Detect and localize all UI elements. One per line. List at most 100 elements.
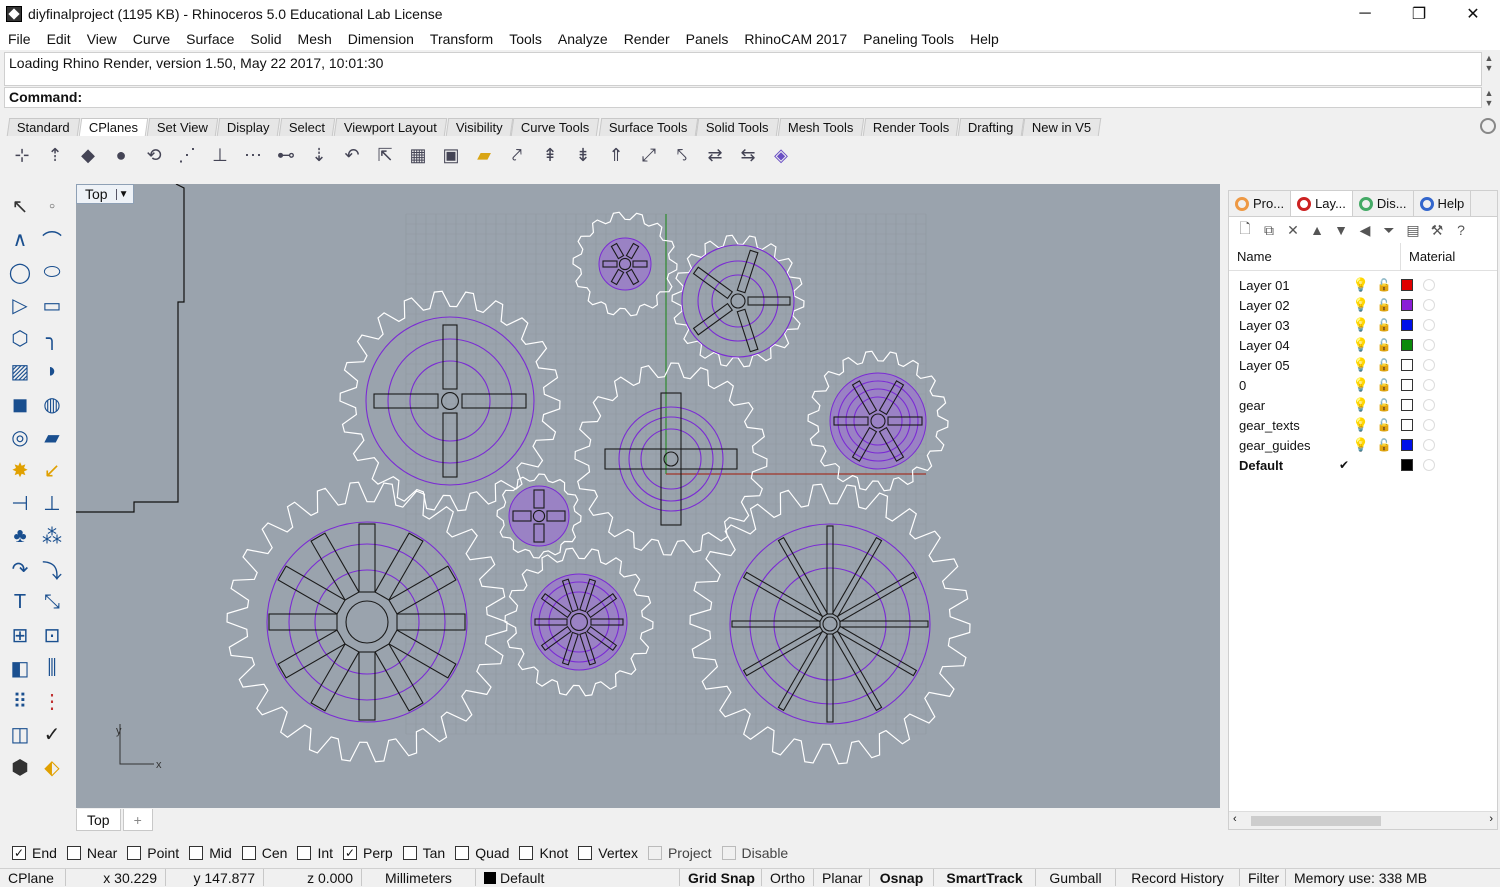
layer-row[interactable]: gear_guides 💡 🔓 bbox=[1229, 435, 1497, 455]
layer-material-icon[interactable] bbox=[1423, 319, 1435, 331]
tab-display[interactable]: Display bbox=[216, 118, 280, 136]
select-arrow-icon[interactable]: ↖ bbox=[4, 192, 36, 222]
osnap-disable[interactable]: Disable bbox=[721, 845, 788, 861]
cplane-named-icon[interactable]: ⇞ bbox=[536, 141, 564, 169]
cplane-open-icon[interactable]: ▰ bbox=[470, 141, 498, 169]
osnap-checkbox[interactable] bbox=[241, 846, 256, 860]
fillet-curve-icon[interactable]: ╮ bbox=[36, 324, 68, 354]
layer-row[interactable]: gear_texts 💡 🔓 bbox=[1229, 415, 1497, 435]
polyline-icon[interactable]: ∧ bbox=[4, 225, 36, 255]
layer-material-icon[interactable] bbox=[1423, 299, 1435, 311]
move-up-icon[interactable]: ▲ bbox=[1305, 222, 1329, 238]
osnap-cen[interactable]: Cen bbox=[241, 845, 287, 861]
lock-icon[interactable]: 🔓 bbox=[1373, 338, 1395, 352]
move-icon[interactable]: ⊣ bbox=[4, 489, 36, 519]
new-layer-icon[interactable]: 🗋 bbox=[1233, 218, 1257, 242]
cplane-right-icon[interactable]: ⇑ bbox=[602, 141, 630, 169]
osnap-checkbox[interactable]: ✓ bbox=[12, 846, 26, 860]
osnap-checkbox[interactable] bbox=[297, 846, 312, 860]
cplane-to-object-icon[interactable]: ◆ bbox=[74, 141, 102, 169]
chevron-down-icon[interactable]: ▼ bbox=[115, 188, 128, 200]
visibility-bulb-icon[interactable]: 💡 bbox=[1349, 317, 1373, 333]
cplane-prev-next-icon[interactable]: ⇆ bbox=[734, 141, 762, 169]
cplane-rotate-icon[interactable]: ⟲ bbox=[140, 141, 168, 169]
visibility-bulb-icon[interactable]: 💡 bbox=[1349, 337, 1373, 353]
planar-toggle[interactable]: Planar bbox=[814, 869, 870, 886]
osnap-checkbox[interactable] bbox=[519, 846, 534, 860]
tab-new-in-v5[interactable]: New in V5 bbox=[1022, 118, 1102, 136]
menu-view[interactable]: View bbox=[87, 31, 117, 47]
move-out-icon[interactable]: ◀ bbox=[1353, 222, 1377, 239]
osnap-checkbox[interactable] bbox=[127, 846, 142, 860]
layer-material-icon[interactable] bbox=[1423, 379, 1435, 391]
command-spinner[interactable]: ▲ ▼ bbox=[1482, 88, 1496, 108]
layer-material-icon[interactable] bbox=[1423, 399, 1435, 411]
layer-name[interactable]: Default bbox=[1229, 458, 1339, 473]
cplane-xaxis-icon[interactable]: ⋯ bbox=[239, 141, 267, 169]
command-input[interactable] bbox=[86, 89, 1387, 105]
extrude-icon[interactable]: ◗ bbox=[36, 357, 68, 387]
new-sublayer-icon[interactable]: ⧉ bbox=[1257, 222, 1281, 239]
osnap-quad[interactable]: Quad bbox=[455, 845, 509, 861]
menu-render[interactable]: Render bbox=[624, 31, 670, 47]
osnap-checkbox[interactable] bbox=[66, 846, 81, 860]
osnap-checkbox[interactable]: ✓ bbox=[343, 846, 358, 860]
lock-icon[interactable]: 🔓 bbox=[1373, 278, 1395, 292]
curve-icon[interactable]: ⌒ bbox=[36, 225, 68, 255]
record-history-toggle[interactable]: Record History bbox=[1116, 869, 1240, 886]
layout-icon[interactable]: ◫ bbox=[4, 720, 36, 750]
box-icon[interactable]: ◼ bbox=[4, 390, 36, 420]
menu-file[interactable]: File bbox=[8, 31, 31, 47]
visibility-bulb-icon[interactable]: 💡 bbox=[1349, 417, 1373, 433]
menu-transform[interactable]: Transform bbox=[430, 31, 493, 47]
layer-name[interactable]: gear bbox=[1229, 398, 1339, 413]
circle-icon[interactable]: ◯ bbox=[4, 258, 36, 288]
layer-material-icon[interactable] bbox=[1423, 359, 1435, 371]
layer-material-icon[interactable] bbox=[1423, 439, 1435, 451]
restore-icon[interactable]: ❐ bbox=[1392, 0, 1446, 28]
group-icon[interactable]: ♣ bbox=[4, 522, 36, 552]
osnap-toggle[interactable]: Osnap bbox=[870, 869, 934, 886]
ellipse-icon[interactable]: ⬭ bbox=[36, 258, 68, 288]
delete-layer-icon[interactable]: ✕ bbox=[1281, 222, 1305, 239]
osnap-mid[interactable]: Mid bbox=[189, 845, 232, 861]
move-down-icon[interactable]: ▼ bbox=[1329, 222, 1353, 238]
osnap-knot[interactable]: Knot bbox=[519, 845, 568, 861]
viewport-title[interactable]: Top ▼ bbox=[76, 184, 134, 204]
layer-name[interactable]: gear_guides bbox=[1229, 438, 1339, 453]
lock-icon[interactable]: 🔓 bbox=[1373, 418, 1395, 432]
cplane-import-icon[interactable]: ⤤ bbox=[503, 141, 531, 169]
lock-icon[interactable]: 🔓 bbox=[1373, 298, 1395, 312]
layer-row[interactable]: Layer 01 💡 🔓 bbox=[1229, 275, 1497, 295]
dimension-icon[interactable]: ⤡ bbox=[36, 588, 68, 618]
grid-snap-toggle[interactable]: Grid Snap bbox=[680, 869, 762, 886]
layer-row[interactable]: Layer 05 💡 🔓 bbox=[1229, 355, 1497, 375]
layer-name[interactable]: Layer 01 bbox=[1229, 278, 1339, 293]
layer-name[interactable]: Layer 05 bbox=[1229, 358, 1339, 373]
layer-color-swatch[interactable] bbox=[1401, 439, 1413, 451]
panel-tab-help[interactable]: Help bbox=[1414, 191, 1472, 216]
layer-color-swatch[interactable] bbox=[1401, 339, 1413, 351]
boolean-icon[interactable]: ◍ bbox=[36, 390, 68, 420]
lock-icon[interactable]: 🔓 bbox=[1373, 398, 1395, 412]
analyze-icon[interactable]: ⊡ bbox=[36, 621, 68, 651]
layer-material-icon[interactable] bbox=[1423, 419, 1435, 431]
command-line[interactable]: Command: bbox=[4, 87, 1482, 108]
visibility-bulb-icon[interactable]: 💡 bbox=[1349, 297, 1373, 313]
osnap-checkbox[interactable] bbox=[189, 846, 204, 860]
osnap-vertex[interactable]: Vertex bbox=[578, 845, 638, 861]
visibility-bulb-icon[interactable]: 💡 bbox=[1349, 357, 1373, 373]
panel-tab-layers[interactable]: Lay... bbox=[1291, 191, 1353, 216]
add-viewport-tab-icon[interactable]: + bbox=[122, 809, 153, 831]
cplane-grid-icon[interactable]: ▦ bbox=[404, 141, 432, 169]
cplane-3point-icon[interactable]: ⋰ bbox=[173, 141, 201, 169]
cplane-origin-icon[interactable]: ⊥ bbox=[206, 141, 234, 169]
tab-set-view[interactable]: Set View bbox=[146, 118, 219, 136]
cplane-front-icon[interactable]: ⇟ bbox=[569, 141, 597, 169]
history-icon[interactable]: ⋮ bbox=[36, 687, 68, 717]
cylinder-icon[interactable]: ◎ bbox=[4, 423, 36, 453]
align-icon[interactable]: ⊥ bbox=[36, 489, 68, 519]
grid-array-icon[interactable]: ⠿ bbox=[4, 687, 36, 717]
menu-tools[interactable]: Tools bbox=[509, 31, 542, 47]
visibility-bulb-icon[interactable]: 💡 bbox=[1349, 437, 1373, 453]
